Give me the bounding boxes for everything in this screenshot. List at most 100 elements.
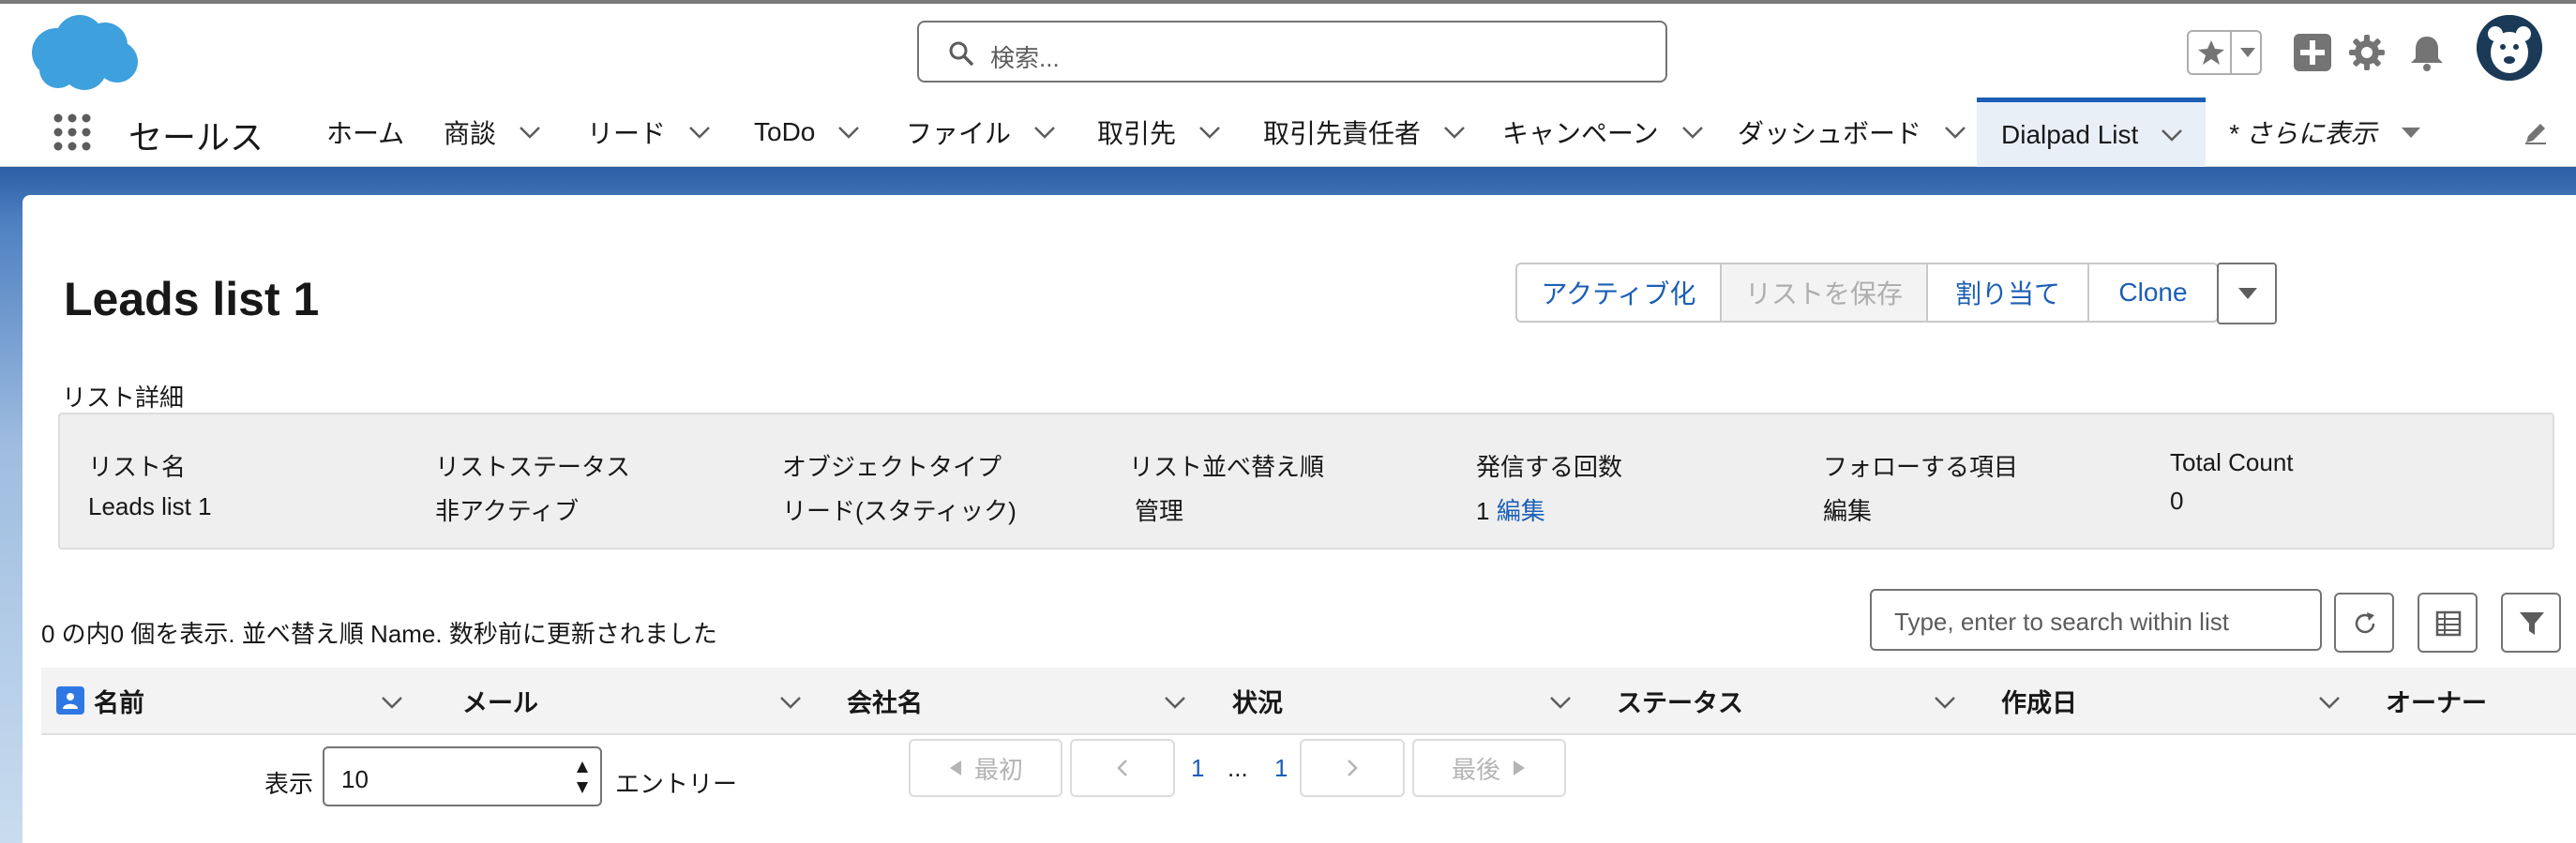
bell-icon[interactable] [2406, 32, 2448, 73]
page-link-1[interactable]: 1 [1191, 754, 1204, 783]
manage-sort-link[interactable]: 管理 [1135, 492, 1324, 527]
nav-item-dialpad-list[interactable]: Dialpad List [1977, 98, 2207, 167]
nav-item-files[interactable]: ファイル [906, 98, 1056, 167]
column-header-owner[interactable]: オーナー [2386, 668, 2573, 733]
chevron-down-icon[interactable] [1164, 696, 1186, 709]
column-header-label: オーナー [2386, 688, 2487, 717]
last-page-button[interactable]: 最後 [1412, 739, 1566, 797]
previous-page-button[interactable] [1070, 739, 1175, 797]
nav-item-more[interactable]: * さらに表示 [2228, 98, 2422, 167]
column-header-label: メール [462, 688, 538, 717]
chevron-right-icon [1348, 760, 1358, 776]
add-icon[interactable] [2292, 32, 2333, 73]
table-icon [2435, 610, 2462, 637]
filter-icon [2520, 612, 2544, 635]
nav-item-label: ホーム [326, 119, 405, 148]
list-details-panel: リスト名 Leads list 1 リストステータス 非アクティブ オブジェクト… [58, 413, 2554, 549]
detail-list-name: リスト名 Leads list 1 [88, 448, 212, 521]
gear-icon[interactable] [2346, 32, 2388, 73]
nav-item-label: リード [587, 119, 667, 148]
nav-item-home[interactable]: ホーム [326, 98, 404, 167]
column-header-label: 状況 [1232, 688, 1283, 717]
column-header-company[interactable]: 会社名 [847, 668, 1213, 733]
column-header-label: ステータス [1617, 688, 1743, 717]
app-name: セールス [128, 118, 264, 157]
lead-icon [56, 686, 84, 715]
detail-value: 0 [2170, 487, 2184, 515]
detail-list-status: リストステータス 非アクティブ [435, 448, 630, 527]
chevron-down-icon[interactable] [779, 696, 802, 709]
clone-button[interactable]: Clone [2087, 263, 2219, 323]
caret-down-icon [2238, 288, 2257, 299]
chevron-down-icon[interactable] [2318, 696, 2341, 709]
list-search-placeholder: Type, enter to search within list [1894, 608, 2229, 636]
first-page-label: 最初 [973, 755, 1023, 784]
nav-item-label: 取引先 [1097, 119, 1177, 148]
column-header-label: 作成日 [2001, 688, 2077, 717]
nav-item-opportunities[interactable]: 商談 [444, 98, 541, 167]
chevron-down-icon[interactable] [2161, 128, 2183, 142]
detail-value: 1 [1476, 497, 1490, 525]
assign-button[interactable]: 割り当て [1926, 263, 2089, 323]
favorites-button[interactable] [2187, 30, 2262, 75]
detail-label: Total Count [2170, 448, 2294, 476]
action-button-group: アクティブ化 リストを保存 割り当て Clone [1515, 263, 2219, 323]
detail-sort-order: リスト並べ替え順 管理 [1129, 448, 1324, 527]
more-actions-button[interactable] [2217, 263, 2277, 324]
chevron-down-icon[interactable] [1549, 696, 1572, 709]
column-header-status[interactable]: ステータス [1617, 668, 1982, 733]
filter-button[interactable] [2501, 593, 2561, 653]
entries-label: エントリー [615, 770, 738, 798]
list-search-input[interactable]: Type, enter to search within list [1870, 589, 2322, 651]
column-header-created-date[interactable]: 作成日 [2001, 668, 2367, 733]
entries-per-page-input[interactable]: 10 [323, 746, 602, 806]
detail-label: オブジェクトタイプ [782, 453, 1002, 481]
first-page-button[interactable]: 最初 [909, 739, 1062, 797]
chevron-down-icon[interactable] [1681, 126, 1704, 139]
search-placeholder: 検索... [990, 44, 1060, 72]
last-page-label: 最後 [1451, 755, 1500, 784]
activate-button[interactable]: アクティブ化 [1515, 263, 1722, 323]
page-title: Leads list 1 [64, 273, 320, 325]
chevron-down-icon[interactable] [1033, 126, 1056, 139]
save-list-button[interactable]: リストを保存 [1720, 263, 1928, 323]
chevron-down-icon[interactable] [519, 126, 541, 139]
chevron-down-icon[interactable] [1198, 126, 1221, 139]
column-header-condition[interactable]: 状況 [1232, 668, 1598, 733]
next-page-button[interactable] [1300, 739, 1405, 797]
chevron-down-icon[interactable] [1944, 126, 1966, 139]
column-header-name[interactable]: 名前 [56, 668, 422, 733]
nav-item-todo[interactable]: ToDo [754, 98, 860, 167]
salesforce-logo-icon[interactable] [28, 13, 141, 92]
pencil-icon[interactable] [2523, 120, 2549, 146]
chevron-left-icon [1117, 760, 1127, 776]
app-launcher-icon[interactable] [53, 113, 92, 152]
nav-item-accounts[interactable]: 取引先 [1097, 98, 1221, 167]
refresh-button[interactable] [2334, 593, 2394, 653]
entries-value: 10 [341, 765, 369, 793]
chevron-down-icon[interactable] [1443, 126, 1466, 139]
detail-value: Leads list 1 [88, 492, 212, 520]
column-header-label: 会社名 [847, 688, 923, 717]
edit-follow-fields-link[interactable]: 編集 [1823, 492, 2018, 527]
caret-down-icon[interactable] [2400, 126, 2422, 139]
chevron-down-icon[interactable] [1934, 696, 1956, 709]
nav-item-campaigns[interactable]: キャンペーン [1502, 98, 1704, 167]
nav-item-dashboards[interactable]: ダッシュボード [1738, 98, 1966, 167]
chevron-down-icon[interactable] [837, 126, 860, 139]
global-header: 検索... [0, 4, 2576, 98]
column-header-email[interactable]: メール [462, 668, 828, 733]
list-status-line: 0 の内0 個を表示. 並べ替え順 Name. 数秒前に更新されました [41, 620, 717, 648]
spinner-arrows-icon[interactable] [576, 760, 589, 795]
global-search-input[interactable]: 検索... [917, 21, 1667, 83]
edit-call-attempts-link[interactable]: 編集 [1497, 497, 1545, 525]
table-view-button[interactable] [2418, 593, 2478, 653]
page-link-last[interactable]: 1 [1274, 754, 1288, 783]
nav-item-contacts[interactable]: 取引先責任者 [1263, 98, 1466, 167]
user-avatar[interactable] [2477, 15, 2542, 81]
detail-object-type: オブジェクトタイプ リード(スタティック) [782, 448, 1017, 527]
chevron-down-icon[interactable] [381, 696, 403, 709]
nav-item-leads[interactable]: リード [587, 98, 711, 167]
chevron-down-icon[interactable] [2239, 47, 2256, 58]
chevron-down-icon[interactable] [688, 126, 711, 139]
